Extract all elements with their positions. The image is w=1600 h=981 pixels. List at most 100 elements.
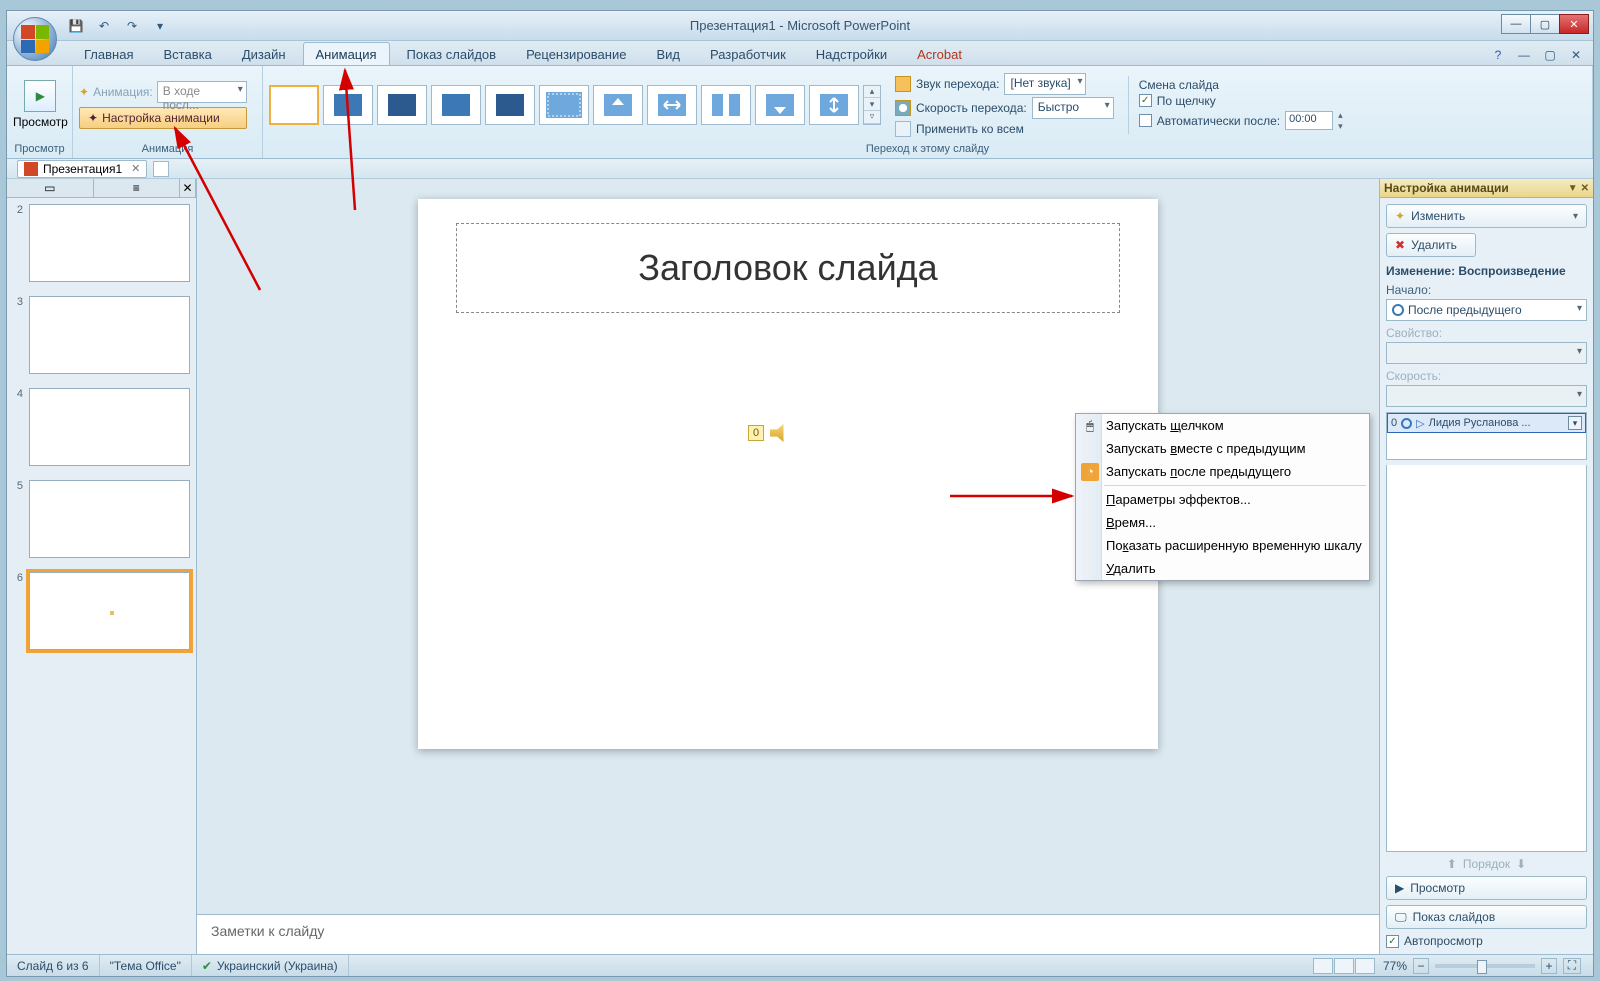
play-button[interactable]: ▶ Просмотр (1386, 876, 1587, 900)
normal-view-icon[interactable] (1313, 958, 1333, 974)
tab-design[interactable]: Дизайн (229, 42, 299, 65)
tab-home[interactable]: Главная (71, 42, 146, 65)
transition-item[interactable] (593, 85, 643, 125)
redo-icon[interactable]: ↷ (121, 15, 143, 37)
ctx-on-click[interactable]: 🖱 Запускать щелчком (1076, 414, 1369, 437)
transition-item[interactable] (323, 85, 373, 125)
slideshow-label: Показ слайдов (1413, 910, 1496, 924)
auto-after-time[interactable]: 00:00 (1285, 111, 1333, 130)
close-button[interactable]: ✕ (1559, 14, 1589, 34)
office-button[interactable] (13, 17, 57, 61)
auto-after-checkbox[interactable] (1139, 114, 1152, 127)
tab-view[interactable]: Вид (643, 42, 693, 65)
ctx-extended-timeline[interactable]: Показать расширенную временную шкалу (1076, 534, 1369, 557)
tab-insert[interactable]: Вставка (150, 42, 224, 65)
move-up-icon[interactable]: ⬆ (1447, 857, 1457, 871)
transition-item[interactable] (809, 85, 859, 125)
mdi-close-icon[interactable]: ✕ (1565, 44, 1587, 66)
change-effect-button[interactable]: ✦ Изменить ▾ (1386, 204, 1587, 228)
notes-pane[interactable]: Заметки к слайду (197, 914, 1379, 954)
zoom-out-icon[interactable]: − (1413, 958, 1429, 974)
order-label: Порядок (1463, 857, 1510, 871)
outline-tab-icon[interactable]: ≡ (94, 179, 181, 197)
slideshow-button[interactable]: 🖵 Показ слайдов (1386, 905, 1587, 929)
zoom-percent[interactable]: 77% (1383, 959, 1407, 973)
tab-acrobat[interactable]: Acrobat (904, 42, 975, 65)
move-down-icon[interactable]: ⬇ (1516, 857, 1526, 871)
delete-effect-button[interactable]: ✖ Удалить (1386, 233, 1476, 257)
slide[interactable]: Заголовок слайда 0 (418, 199, 1158, 749)
zoom-in-icon[interactable]: + (1541, 958, 1557, 974)
transition-speed-dropdown[interactable]: Быстро (1032, 97, 1114, 119)
help-icon[interactable]: ? (1487, 44, 1509, 66)
custom-animation-label: Настройка анимации (102, 111, 220, 125)
ctx-timing[interactable]: Время... (1076, 511, 1369, 534)
animation-list-item[interactable]: 0 ▷ Лидия Русланова ... ▾ (1387, 413, 1586, 433)
animation-item-dropdown-icon[interactable]: ▾ (1568, 416, 1582, 430)
undo-icon[interactable]: ↶ (93, 15, 115, 37)
document-tab-close-icon[interactable]: ✕ (131, 162, 140, 175)
ctx-effect-options[interactable]: Параметры эффектов... (1076, 488, 1369, 511)
powerpoint-file-icon (24, 162, 38, 176)
autopreview-checkbox[interactable]: ✓ (1386, 935, 1399, 948)
maximize-button[interactable]: ▢ (1530, 14, 1560, 34)
panel-close-icon[interactable]: ✕ (180, 179, 196, 197)
on-click-checkbox[interactable]: ✓ (1139, 94, 1152, 107)
slide-thumbnail[interactable] (29, 480, 190, 558)
ctx-with-previous[interactable]: Запускать вместе с предыдущим (1076, 437, 1369, 460)
animation-dropdown[interactable]: В ходе посл... (157, 81, 247, 103)
transition-sound-dropdown[interactable]: [Нет звука] (1004, 73, 1086, 95)
slide-thumbnail[interactable] (29, 296, 190, 374)
title-placeholder[interactable]: Заголовок слайда (456, 223, 1120, 313)
slides-tab-icon[interactable]: ▭ (7, 179, 94, 197)
ctx-after-previous[interactable]: ◔ Запускать после предыдущего (1076, 460, 1369, 483)
mdi-minimize-icon[interactable]: — (1513, 44, 1535, 66)
transition-none[interactable] (269, 85, 319, 125)
transition-item[interactable] (431, 85, 481, 125)
media-object[interactable]: 0 (748, 424, 788, 442)
animation-item-label: Лидия Русланова ... (1429, 417, 1531, 429)
slide-thumbnail[interactable] (29, 388, 190, 466)
transition-item[interactable] (701, 85, 751, 125)
slide-thumbnail[interactable] (29, 204, 190, 282)
new-window-icon[interactable] (153, 161, 169, 177)
change-effect-label: Изменить (1411, 209, 1465, 223)
tab-slideshow[interactable]: Показ слайдов (394, 42, 510, 65)
start-dropdown[interactable]: После предыдущего (1386, 299, 1587, 321)
apply-to-all-button[interactable]: Применить ко всем (916, 122, 1024, 136)
transition-item[interactable] (755, 85, 805, 125)
ctx-remove[interactable]: Удалить (1076, 557, 1369, 580)
transition-item[interactable] (485, 85, 535, 125)
preview-label: Просмотр (13, 115, 68, 129)
tab-review[interactable]: Рецензирование (513, 42, 639, 65)
title-placeholder-text: Заголовок слайда (638, 247, 937, 289)
mouse-icon: 🖱 (1081, 417, 1099, 435)
language-indicator[interactable]: ✔ Украинский (Украина) (192, 955, 349, 976)
transition-item[interactable] (647, 85, 697, 125)
slideshow-icon: 🖵 (1395, 910, 1407, 925)
slide-thumbnail-selected[interactable] (29, 572, 190, 650)
qat-more-icon[interactable]: ▾ (149, 15, 171, 37)
mdi-restore-icon[interactable]: ▢ (1539, 44, 1561, 66)
animation-list[interactable]: 0 ▷ Лидия Русланова ... ▾ (1386, 412, 1587, 460)
start-value: После предыдущего (1408, 303, 1522, 317)
document-tab[interactable]: Презентация1 ✕ (17, 160, 147, 178)
clock-icon (1401, 418, 1412, 429)
taskpane-close-icon[interactable]: ✕ (1581, 183, 1589, 194)
slideshow-view-icon[interactable] (1355, 958, 1375, 974)
transition-gallery: ▴▾▿ (269, 85, 881, 125)
minimize-button[interactable]: — (1501, 14, 1531, 34)
zoom-slider[interactable] (1435, 964, 1535, 968)
property-label: Свойство: (1386, 326, 1587, 340)
save-icon[interactable]: 💾 (65, 15, 87, 37)
tab-developer[interactable]: Разработчик (697, 42, 799, 65)
sorter-view-icon[interactable] (1334, 958, 1354, 974)
preview-button[interactable]: ▶ Просмотр (13, 69, 68, 140)
taskpane-menu-icon[interactable]: ▼ (1568, 183, 1578, 194)
tab-addins[interactable]: Надстройки (803, 42, 900, 65)
transition-item[interactable] (377, 85, 427, 125)
transition-item[interactable] (539, 85, 589, 125)
fit-to-window-icon[interactable]: ⛶ (1563, 958, 1581, 974)
transition-gallery-more[interactable]: ▴▾▿ (863, 85, 881, 125)
tab-animation[interactable]: Анимация (303, 42, 390, 65)
